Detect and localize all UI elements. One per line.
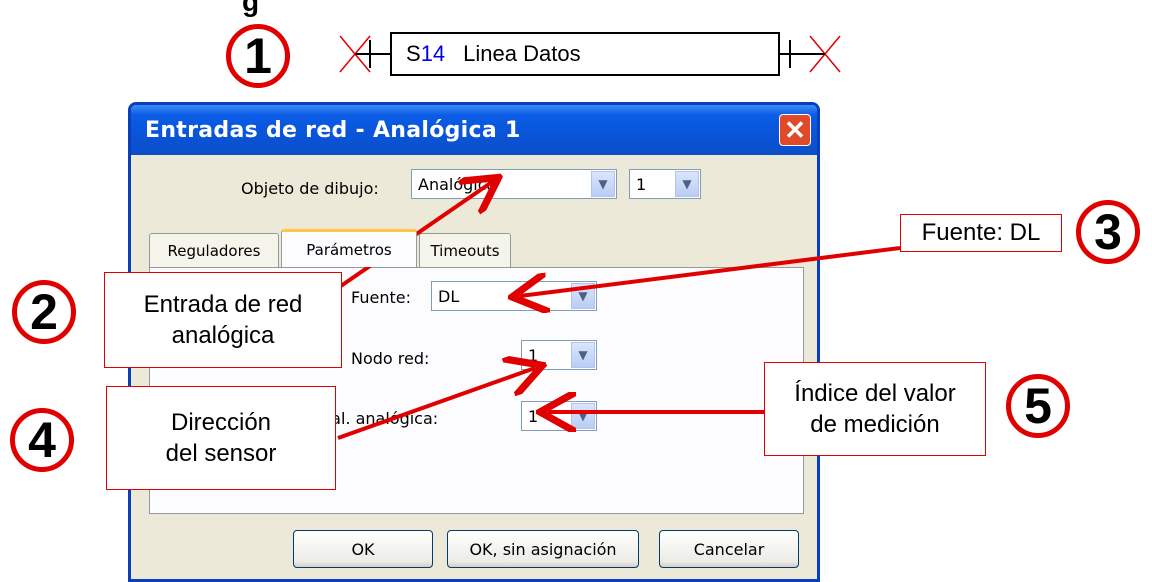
cancel-button[interactable]: Cancelar bbox=[659, 530, 799, 568]
marker-5: 5 bbox=[1006, 374, 1070, 438]
ok-button[interactable]: OK bbox=[293, 530, 433, 568]
x-mark-icon bbox=[339, 35, 371, 73]
callout-5-line1: Índice del valor bbox=[794, 379, 956, 407]
source-value: DL bbox=[438, 286, 460, 306]
callout-measurement-index: Índice del valor de medición bbox=[764, 362, 986, 456]
close-button[interactable]: ✕ bbox=[779, 114, 811, 146]
marker-1: 1 bbox=[226, 24, 290, 88]
dialog-title: Entradas de red - Analógica 1 bbox=[145, 118, 521, 143]
callout-2-line1: Entrada de red bbox=[143, 290, 303, 318]
output-value: 1 bbox=[528, 406, 539, 426]
object-index-select[interactable]: 1 ▼ bbox=[629, 169, 701, 199]
marker-2: 2 bbox=[12, 280, 76, 344]
callout-4-line1: Dirección bbox=[170, 408, 272, 436]
marker-3: 3 bbox=[1076, 200, 1140, 264]
output-label: Sal. analógica: bbox=[321, 409, 439, 428]
tab-reguladores[interactable]: Reguladores bbox=[149, 233, 279, 267]
source-select[interactable]: DL ▼ bbox=[431, 281, 597, 311]
output-select[interactable]: 1 ▼ bbox=[521, 401, 597, 431]
object-value: Analógica bbox=[418, 174, 497, 194]
node-value: 1 bbox=[528, 345, 539, 365]
sensor-label: Linea Datos bbox=[463, 41, 581, 66]
callout-analog-input: Entrada de red analógica bbox=[104, 272, 342, 368]
chevron-down-icon[interactable]: ▼ bbox=[571, 403, 595, 429]
sensor-number: 14 bbox=[420, 41, 446, 66]
close-icon: ✕ bbox=[784, 115, 806, 145]
sensor-prefix: S bbox=[406, 41, 421, 66]
ok-no-assign-button[interactable]: OK, sin asignación bbox=[447, 530, 639, 568]
callout-5-line2: de medición bbox=[810, 411, 940, 438]
top-text-fragment: g bbox=[242, 0, 260, 17]
source-label: Fuente: bbox=[351, 288, 411, 307]
callout-2-line2: analógica bbox=[171, 322, 275, 349]
object-select[interactable]: Analógica ▼ bbox=[411, 169, 617, 199]
callout-sensor-address: Dirección del sensor bbox=[106, 386, 336, 490]
chevron-down-icon[interactable]: ▼ bbox=[591, 171, 615, 197]
x-mark-icon bbox=[809, 35, 841, 73]
object-index-value: 1 bbox=[636, 174, 647, 194]
marker-4: 4 bbox=[10, 408, 74, 472]
tab-timeouts[interactable]: Timeouts bbox=[419, 233, 511, 267]
chevron-down-icon[interactable]: ▼ bbox=[675, 171, 699, 197]
sensor-block[interactable]: S 14 Linea Datos bbox=[390, 32, 780, 76]
chevron-down-icon[interactable]: ▼ bbox=[571, 342, 595, 368]
node-label: Nodo red: bbox=[351, 349, 430, 368]
object-label: Objeto de dibujo: bbox=[241, 179, 379, 198]
node-select[interactable]: 1 ▼ bbox=[521, 340, 597, 370]
chevron-down-icon[interactable]: ▼ bbox=[571, 283, 595, 309]
tab-parametros[interactable]: Parámetros bbox=[281, 229, 417, 267]
callout-4-line2: del sensor bbox=[165, 440, 277, 467]
dialog-title-bar[interactable]: Entradas de red - Analógica 1 ✕ bbox=[131, 105, 817, 155]
callout-source: Fuente: DL bbox=[900, 214, 1062, 252]
